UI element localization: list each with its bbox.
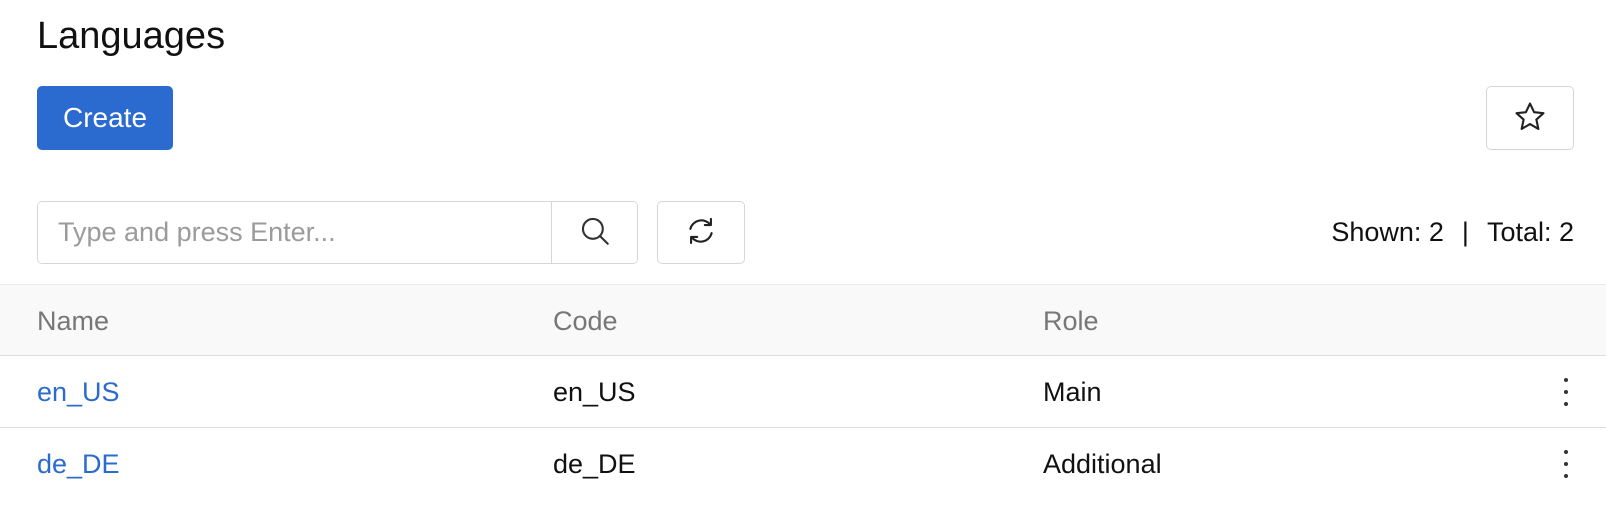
language-role: Additional [1043, 449, 1162, 479]
kebab-menu-icon[interactable] [1554, 446, 1578, 482]
column-header-code[interactable]: Code [553, 285, 618, 357]
star-icon [1513, 100, 1547, 137]
refresh-button[interactable] [657, 201, 745, 264]
language-code: de_DE [553, 449, 636, 479]
column-header-name[interactable]: Name [37, 285, 109, 357]
languages-page: Languages Create Type and press Enter...… [0, 0, 1606, 530]
search-icon [578, 214, 612, 251]
total-count: Total: 2 [1486, 217, 1574, 247]
kebab-menu-icon[interactable] [1554, 374, 1578, 410]
languages-table: Name Code Role en_US en_US Main de_DE de… [0, 284, 1606, 500]
language-name-link[interactable]: en_US [37, 356, 120, 428]
language-role: Main [1043, 377, 1102, 407]
table-row: de_DE de_DE Additional [0, 428, 1606, 500]
search-bar [37, 201, 638, 264]
table-row: en_US en_US Main [0, 356, 1606, 428]
favorite-button[interactable] [1486, 86, 1574, 150]
page-title: Languages [37, 15, 226, 57]
shown-count: Shown: 2 [1331, 217, 1444, 247]
language-code: en_US [553, 377, 636, 407]
column-header-role[interactable]: Role [1043, 285, 1099, 357]
search-input[interactable] [38, 202, 551, 263]
table-header: Name Code Role [0, 284, 1606, 356]
search-button[interactable] [551, 202, 637, 263]
language-name-link[interactable]: de_DE [37, 428, 120, 500]
refresh-icon [684, 214, 718, 251]
record-counts: Shown: 2 | Total: 2 [1331, 213, 1574, 251]
create-button[interactable]: Create [37, 86, 173, 150]
count-separator: | [1461, 217, 1469, 247]
